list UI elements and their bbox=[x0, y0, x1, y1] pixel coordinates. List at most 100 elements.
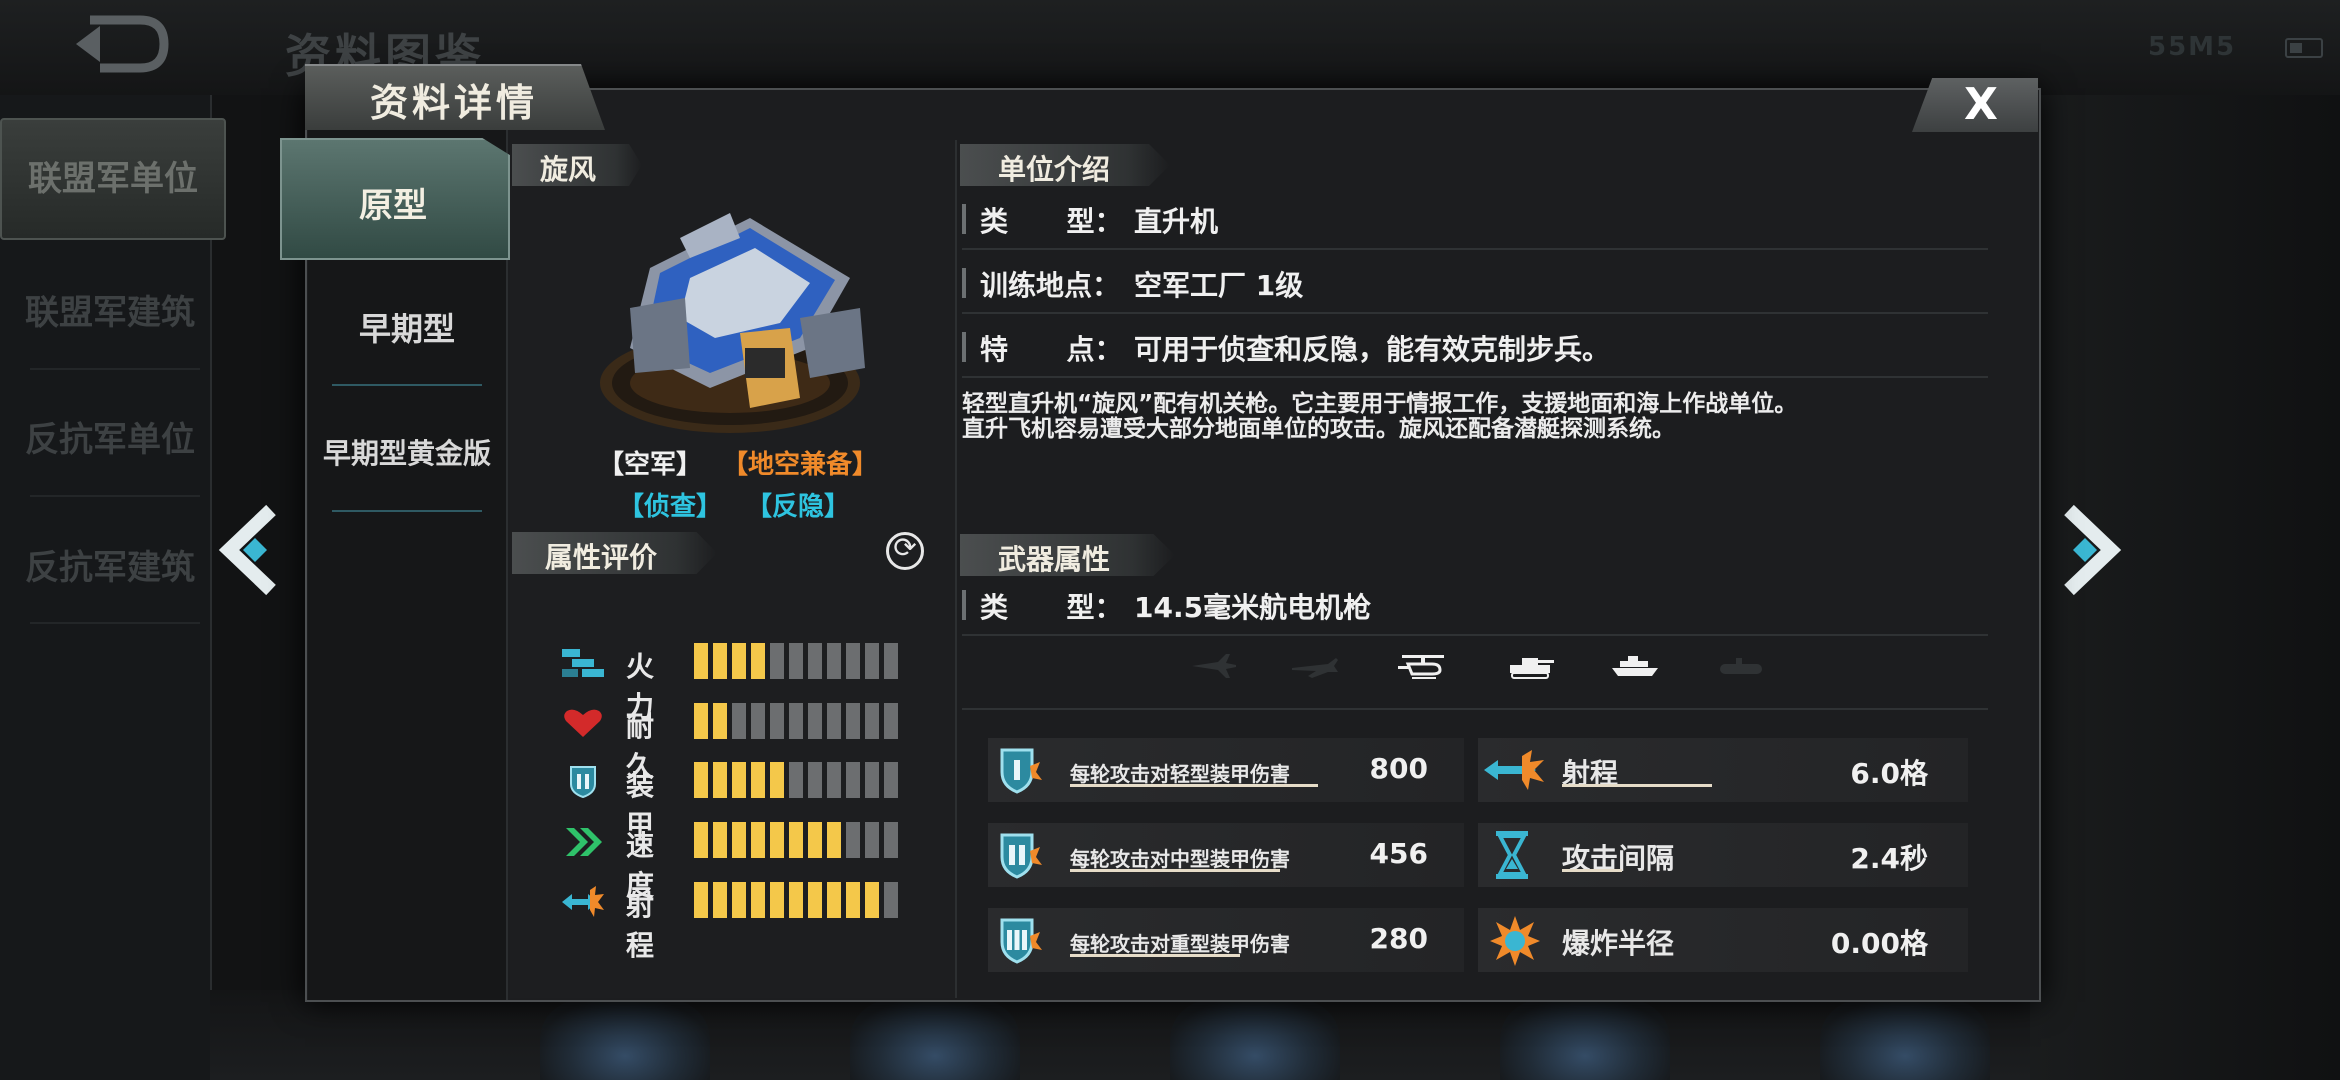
armor-shield-icon bbox=[570, 766, 596, 798]
carousel-unit-thumbnail[interactable] bbox=[1820, 1000, 1990, 1080]
rating-segment bbox=[884, 703, 898, 739]
rating-segment bbox=[827, 703, 841, 739]
ship-icon bbox=[1612, 656, 1658, 676]
rating-segment bbox=[884, 822, 898, 858]
rating-segment bbox=[751, 703, 765, 739]
rating-segment bbox=[808, 882, 822, 918]
weapon-type-row: 类 型： 14.5毫米航电机枪 bbox=[962, 578, 1988, 636]
info-row-training: 训练地点： 空军工厂 1级 bbox=[962, 256, 1988, 314]
weapon-title: 武器属性 bbox=[998, 543, 1111, 576]
info-row-feature: 特 点： 可用于侦查和反隐，能有效克制步兵。 bbox=[962, 320, 1988, 378]
rating-segment bbox=[884, 882, 898, 918]
rating-segment bbox=[846, 643, 860, 679]
rating-segment bbox=[865, 703, 879, 739]
rating-segment bbox=[770, 822, 784, 858]
damage-value: 456 bbox=[1369, 837, 1428, 870]
weapon-row-heavy-armor: 每轮攻击对重型装甲伤害 280 爆炸半径 0.00格 bbox=[988, 908, 1968, 972]
rating-segment bbox=[789, 703, 803, 739]
rating-segment bbox=[732, 762, 746, 798]
back-arrow-icon[interactable] bbox=[70, 14, 170, 74]
rating-segment bbox=[789, 882, 803, 918]
bomber-icon bbox=[1292, 658, 1338, 678]
rating-segment bbox=[694, 643, 708, 679]
rating-segment bbox=[732, 703, 746, 739]
info-label: 类 型： bbox=[980, 205, 1123, 238]
fighter-jet-icon bbox=[1192, 654, 1236, 678]
rating-segment bbox=[884, 643, 898, 679]
intro-title: 单位介绍 bbox=[998, 153, 1111, 186]
rating-segment bbox=[789, 762, 803, 798]
info-label: 训练地点： bbox=[980, 269, 1121, 302]
heart-icon bbox=[564, 709, 602, 737]
rating-segment bbox=[865, 882, 879, 918]
stat-value: 2.4秒 bbox=[1850, 842, 1928, 875]
label-underline bbox=[1070, 784, 1318, 787]
tab-prototype-label: 原型 bbox=[359, 186, 427, 226]
label-underline bbox=[1562, 784, 1712, 787]
rating-segment bbox=[865, 643, 879, 679]
category-rebel-buildings[interactable]: 反抗军建筑 bbox=[10, 540, 210, 589]
attribute-rating-bar bbox=[694, 762, 898, 798]
battery-icon bbox=[2285, 38, 2323, 58]
rating-segment bbox=[713, 882, 727, 918]
medium-armor-shield-icon bbox=[1000, 833, 1042, 879]
rating-segment bbox=[846, 822, 860, 858]
tab-early-model[interactable]: 早期型 bbox=[308, 304, 506, 350]
label-underline bbox=[1070, 869, 1280, 872]
tag-air-force: 【空军】 bbox=[598, 450, 703, 480]
hourglass-icon bbox=[1496, 831, 1528, 879]
carousel-unit-thumbnail[interactable] bbox=[850, 1000, 1020, 1080]
rating-segment bbox=[694, 703, 708, 739]
rating-segment bbox=[808, 703, 822, 739]
close-button[interactable]: X bbox=[1912, 78, 2038, 132]
rating-segment bbox=[770, 643, 784, 679]
carousel-unit-thumbnail[interactable] bbox=[1500, 1000, 1670, 1080]
tab-divider bbox=[332, 510, 482, 512]
stat-label: 爆炸半径 bbox=[1562, 927, 1675, 960]
range-arrow-icon bbox=[562, 886, 604, 917]
dialog-title: 资料详情 bbox=[370, 81, 539, 125]
carousel-unit-thumbnail[interactable] bbox=[540, 1000, 710, 1080]
rating-segment bbox=[827, 762, 841, 798]
rating-segment bbox=[770, 762, 784, 798]
rating-segment bbox=[732, 882, 746, 918]
unit-carousel-strip bbox=[210, 990, 2030, 1080]
rating-segment bbox=[827, 882, 841, 918]
rating-segment bbox=[827, 822, 841, 858]
rating-segment bbox=[770, 703, 784, 739]
sidebar-divider bbox=[30, 495, 200, 497]
category-alliance-buildings[interactable]: 联盟军建筑 bbox=[10, 285, 210, 334]
rating-segment bbox=[694, 762, 708, 798]
sidebar-divider bbox=[30, 622, 200, 624]
weapon-row-light-armor: 每轮攻击对轻型装甲伤害 800 射程 6.0格 bbox=[988, 738, 1968, 802]
rating-segment bbox=[865, 822, 879, 858]
category-alliance-units[interactable]: 联盟军单位 bbox=[0, 118, 226, 240]
rating-segment bbox=[694, 882, 708, 918]
tab-early-model-gold[interactable]: 早期型黄金版 bbox=[308, 432, 506, 472]
variant-tab-column bbox=[308, 130, 508, 1000]
rotate-view-icon[interactable] bbox=[886, 531, 924, 570]
rating-segment bbox=[751, 762, 765, 798]
next-unit-arrow-icon[interactable] bbox=[2055, 500, 2125, 600]
attributes-title: 属性评价 bbox=[545, 541, 658, 574]
label-underline bbox=[1070, 954, 1240, 957]
helicopter-icon bbox=[1398, 655, 1444, 679]
rating-segment bbox=[751, 822, 765, 858]
weapon-type-label: 类 型： bbox=[980, 591, 1123, 624]
carousel-unit-thumbnail[interactable] bbox=[1170, 1000, 1340, 1080]
rating-segment bbox=[808, 643, 822, 679]
previous-unit-arrow-icon[interactable] bbox=[215, 500, 285, 600]
explosion-icon bbox=[1490, 916, 1540, 966]
tag-air-ground: 【地空兼备】 bbox=[722, 450, 879, 480]
stat-value: 0.00格 bbox=[1830, 927, 1928, 960]
rating-segment bbox=[808, 762, 822, 798]
info-value: 可用于侦查和反隐，能有效克制步兵。 bbox=[1134, 333, 1611, 366]
damage-label: 每轮攻击对重型装甲伤害 bbox=[1070, 932, 1290, 956]
info-label: 特 点： bbox=[980, 333, 1123, 366]
category-rebel-units[interactable]: 反抗军单位 bbox=[10, 412, 210, 461]
damage-label: 每轮攻击对中型装甲伤害 bbox=[1070, 847, 1290, 871]
rating-segment bbox=[846, 703, 860, 739]
rating-segment bbox=[751, 643, 765, 679]
speed-chevron-icon bbox=[566, 828, 602, 856]
weapon-type-value: 14.5毫米航电机枪 bbox=[1134, 591, 1372, 624]
